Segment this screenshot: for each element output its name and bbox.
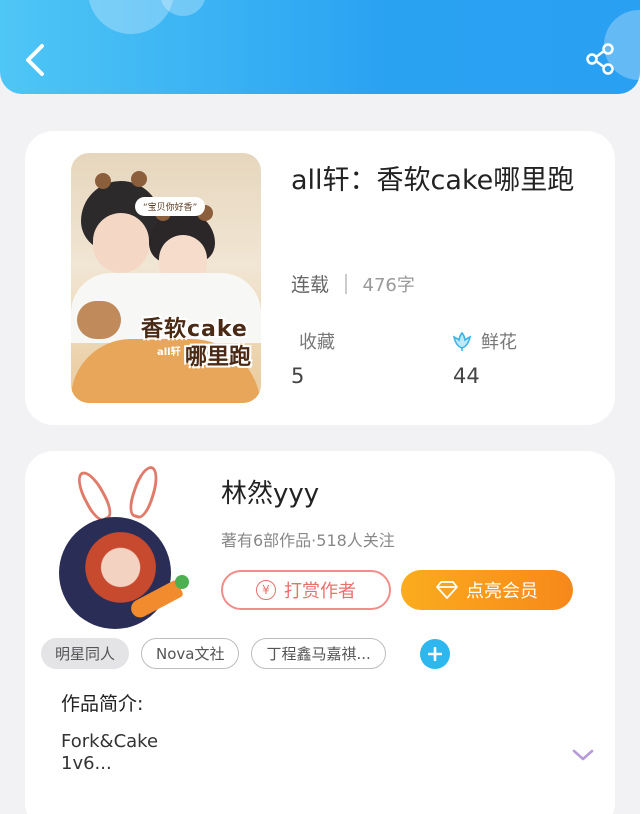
intro-text-line: Fork&Cake [61,731,159,752]
cover-title-line2: 哪里跑 [185,345,252,370]
cover-subtitle: all轩 [157,347,181,358]
chevron-down-icon [572,749,594,761]
carrot-leaf-decor [175,575,189,589]
intro-title: 作品简介: [61,693,144,715]
favorites-count: 5 [291,364,305,388]
tag-item[interactable]: Nova文社 [141,638,240,669]
author-card: 林然yyy 著有6部作品·518人关注 ¥ 打赏作者 点亮会员 明星同人 Nov… [25,451,615,814]
chevron-left-icon [26,44,44,76]
decor-bubble [88,0,174,34]
book-info-card: “宝贝你好香” 香软cake all轩 哪里跑 all轩：香软cake哪里跑 连… [25,131,615,425]
avatar [59,517,171,629]
diamond-icon [436,581,458,599]
intro-text-line: 1v6... [61,753,112,774]
cover-decor [95,173,111,189]
book-meta: 连载 476字 [291,270,415,297]
expand-intro-button[interactable] [571,747,595,766]
reward-author-button[interactable]: ¥ 打赏作者 [221,570,391,610]
share-icon [586,43,614,75]
cover-bear-icon [77,301,121,339]
book-cover[interactable]: “宝贝你好香” 香软cake all轩 哪里跑 [71,153,261,403]
tag-item[interactable]: 明星同人 [41,638,130,669]
cover-figure [93,213,149,273]
reward-label: 打赏作者 [284,581,356,602]
author-avatar[interactable] [59,462,191,629]
tag-list: 明星同人 Nova文社 丁程鑫马嘉祺... [41,638,450,669]
word-count: 476字 [362,274,415,296]
add-tag-button[interactable] [419,638,450,669]
vip-label: 点亮会员 [466,581,538,602]
intro-text: Fork&Cake 1v6... [61,731,361,775]
top-navigation-bar [0,0,640,94]
tag-item[interactable]: 丁程鑫马嘉祺... [251,638,386,669]
book-title: all轩：香软cake哪里跑 [291,165,575,196]
share-button[interactable] [584,42,618,76]
flowers-label: 鲜花 [481,332,517,353]
activate-vip-button[interactable]: 点亮会员 [401,570,573,610]
cover-decor [131,171,147,187]
yen-coin-icon: ¥ [256,580,276,600]
cover-speech-bubble: “宝贝你好香” [135,197,206,216]
flowers-count: 44 [453,364,480,388]
flowers-stat[interactable]: 鲜花 [451,328,517,354]
plus-icon [427,646,442,661]
author-stats: 著有6部作品·518人关注 [221,531,395,550]
back-button[interactable] [18,40,54,80]
bunny-ear-decor [125,462,163,522]
book-status: 连载 [291,274,330,296]
flower-icon [452,331,472,351]
author-name[interactable]: 林然yyy [221,473,319,510]
divider [345,273,347,294]
favorites-label: 收藏 [299,332,335,353]
